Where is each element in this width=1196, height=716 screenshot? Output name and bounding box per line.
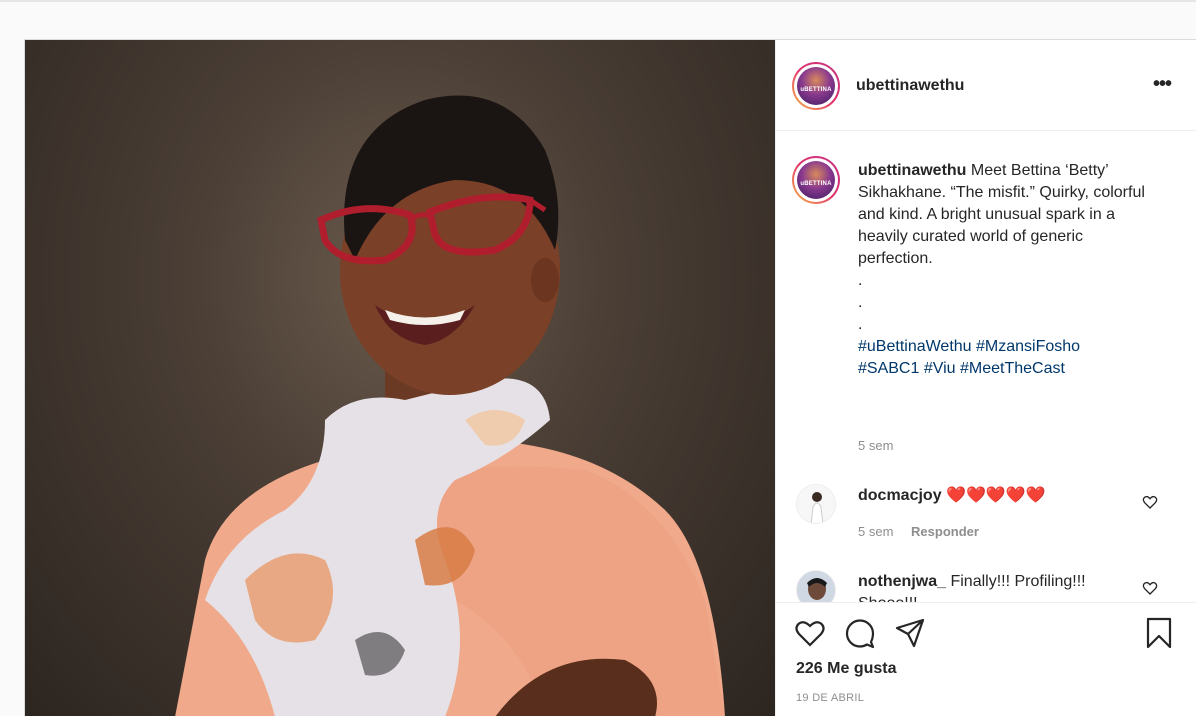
header-username[interactable]: ubettinawethu — [856, 77, 964, 95]
post-photo[interactable] — [25, 40, 775, 716]
caption-time[interactable]: 5 sem — [858, 438, 893, 453]
caption-dot: . — [858, 272, 863, 289]
reply-button[interactable]: Responder — [911, 524, 979, 539]
comment-avatar[interactable] — [796, 570, 836, 602]
post-actions: 226 Me gusta 19 DE ABRIL — [776, 602, 1196, 716]
comment-username[interactable]: docmacjoy — [858, 487, 942, 504]
paper-plane-icon[interactable] — [894, 617, 926, 649]
hashtag-link[interactable]: #MeetTheCast — [960, 360, 1065, 377]
post-caption: ubettinawethu Meet Bettina ‘Betty’ Sikha… — [858, 160, 1158, 380]
comments-scroll-area[interactable]: uBETTINA ubettinawethu Meet Bettina ‘Bet… — [776, 132, 1196, 602]
hashtag-link[interactable]: #uBettinaWethu — [858, 338, 972, 355]
avatar-label: uBETTINA — [800, 87, 832, 93]
post-details-panel: uBETTINA ubettinawethu ••• uBETTINA ubet… — [775, 40, 1196, 716]
comment-bubble-icon[interactable] — [844, 617, 876, 649]
comment-username[interactable]: nothenjwa_ — [858, 573, 946, 590]
portrait-illustration — [175, 95, 725, 716]
comment-body: nothenjwa_ Finally!!! Profiling!!! Shooo… — [858, 571, 1128, 602]
caption-dot: . — [858, 294, 863, 311]
bookmark-icon[interactable] — [1143, 617, 1175, 649]
caption-avatar-label: uBETTINA — [800, 181, 832, 187]
comment-body: docmacjoy ❤️❤️❤️❤️❤️ — [858, 485, 1128, 507]
comment-hearts: ❤️❤️❤️❤️❤️ — [946, 487, 1046, 504]
post-card: uBETTINA ubettinawethu ••• uBETTINA ubet… — [24, 39, 1196, 716]
caption-avatar[interactable]: uBETTINA — [792, 156, 840, 204]
small-heart-icon[interactable] — [1142, 494, 1158, 510]
header-avatar[interactable]: uBETTINA — [792, 62, 840, 110]
comment-time[interactable]: 5 sem — [858, 524, 893, 539]
caption-username[interactable]: ubettinawethu — [858, 162, 966, 179]
hashtag-link[interactable]: #MzansiFosho — [976, 338, 1080, 355]
caption-dot: . — [858, 316, 863, 333]
likes-count[interactable]: 226 Me gusta — [796, 660, 896, 678]
hashtag-link[interactable]: #Viu — [924, 360, 956, 377]
post-header: uBETTINA ubettinawethu ••• — [776, 40, 1196, 131]
small-heart-icon[interactable] — [1142, 580, 1158, 596]
heart-outline-icon[interactable] — [794, 617, 826, 649]
post-date[interactable]: 19 DE ABRIL — [796, 692, 864, 704]
hashtag-link[interactable]: #SABC1 — [858, 360, 919, 377]
more-options-icon[interactable]: ••• — [1153, 73, 1172, 96]
browser-top-border — [0, 0, 1196, 2]
comment-avatar[interactable] — [796, 484, 836, 524]
comment-meta: 5 sem Responder — [858, 524, 979, 539]
